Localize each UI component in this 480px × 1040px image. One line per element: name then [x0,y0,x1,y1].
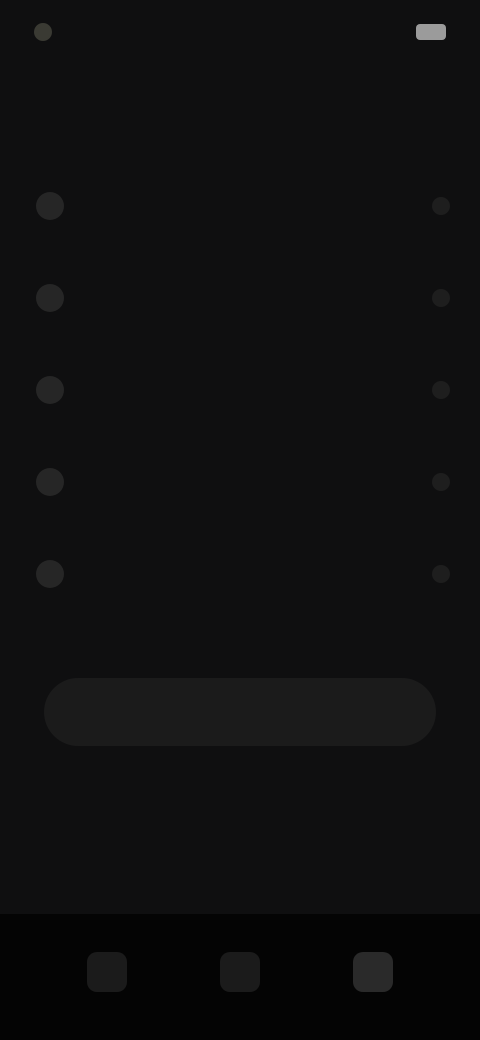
item-text [104,573,432,575]
status-right [408,24,446,40]
item-trailing-icon [432,289,450,307]
profile-icon [353,952,394,992]
primary-action-button[interactable] [44,678,436,746]
bottom-navigation [0,914,480,1040]
item-text [104,297,432,299]
list-item[interactable] [0,436,480,528]
home-icon [86,952,127,992]
header [100,96,110,132]
nav-item-info[interactable] [219,952,260,1002]
status-left [34,23,62,41]
item-trailing-icon [432,473,450,491]
info-icon [219,952,260,992]
item-trailing-icon [432,565,450,583]
list-item[interactable] [0,344,480,436]
nav-item-profile[interactable] [353,952,394,1002]
list-item[interactable] [0,528,480,620]
section [44,650,436,746]
nav-item-home[interactable] [86,952,127,1002]
item-icon [36,376,64,404]
settings-list [0,160,480,620]
item-text [104,481,432,483]
battery-icon [416,24,446,40]
item-text [104,205,432,207]
item-icon [36,560,64,588]
item-icon [36,468,64,496]
item-trailing-icon [432,197,450,215]
item-icon [36,192,64,220]
status-indicator-icon [34,23,52,41]
list-item[interactable] [0,160,480,252]
item-icon [36,284,64,312]
list-item[interactable] [0,252,480,344]
status-bar [0,0,480,64]
item-trailing-icon [432,381,450,399]
item-text [104,389,432,391]
bottom-row [40,860,450,896]
